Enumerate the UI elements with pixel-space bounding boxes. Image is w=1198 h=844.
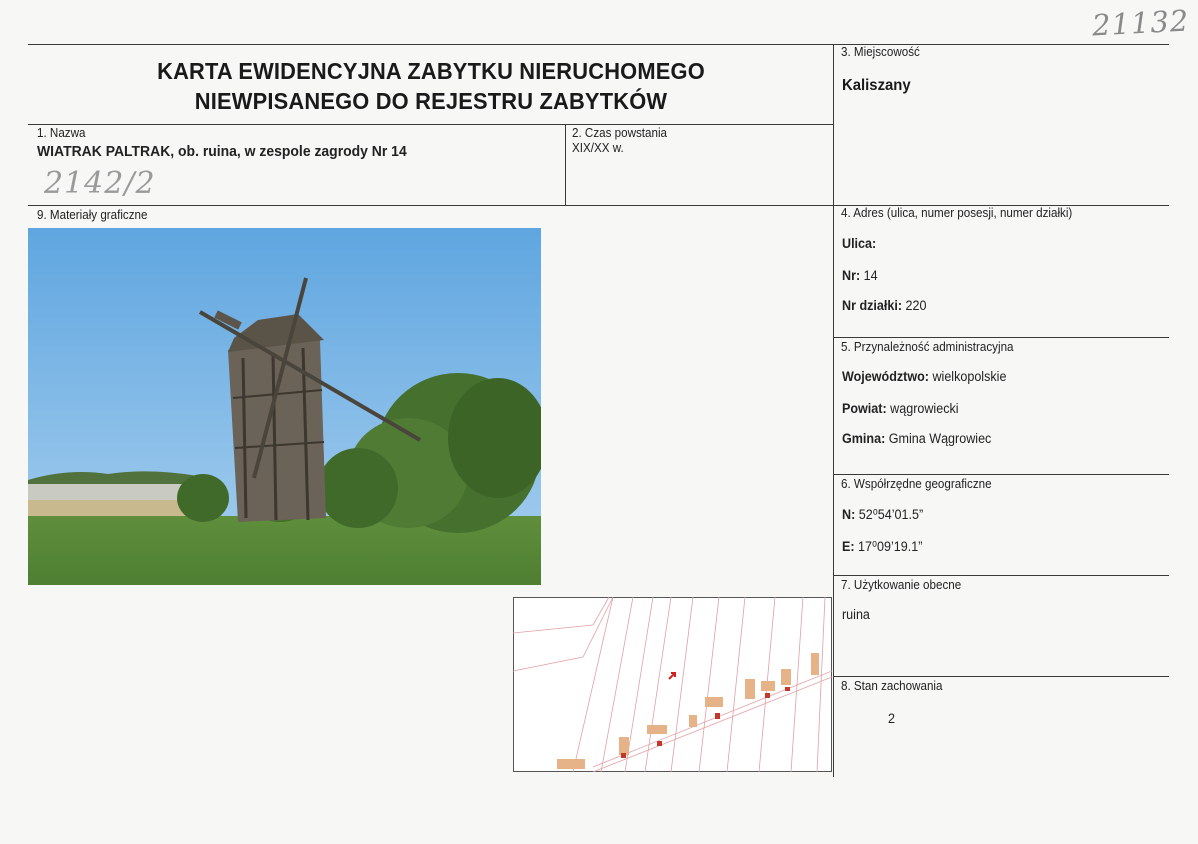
name-label: 1. Nazwa xyxy=(37,126,86,140)
usage-top-border xyxy=(833,575,1169,576)
name-period-divider xyxy=(565,124,566,205)
usage-label: 7. Użytkowanie obecne xyxy=(841,578,962,592)
admin-top-border xyxy=(833,337,1169,338)
admin-label: 5. Przynależność administracyjna xyxy=(841,340,1014,354)
graphics-label: 9. Materiały graficzne xyxy=(37,208,148,222)
commune-key: Gmina: xyxy=(842,431,886,446)
voivodeship-row: Województwo: wielkopolskie xyxy=(842,369,1006,384)
address-label: 4. Adres (ulica, numer posesji, numer dz… xyxy=(841,206,1073,220)
county-key: Powiat: xyxy=(842,401,887,416)
locality-label: 3. Miejscowość xyxy=(841,45,920,59)
period-label: 2. Czas powstania xyxy=(572,126,667,140)
title-bottom-border xyxy=(28,124,834,125)
voivodeship-value: wielkopolskie xyxy=(932,369,1007,384)
card-title-line2: NIEWPISANEGO DO REJESTRU ZABYTKÓW xyxy=(194,88,668,114)
locality-value: Kaliszany xyxy=(842,77,911,94)
plot-row: Nr działki: 220 xyxy=(842,298,926,313)
latitude-key: N: xyxy=(842,507,856,522)
windmill-photo xyxy=(28,228,541,585)
condition-label: 8. Stan zachowania xyxy=(841,679,943,693)
top-border xyxy=(28,44,1169,45)
street-key: Ulica: xyxy=(842,236,877,251)
card-title: KARTA EWIDENCYJNA ZABYTKU NIERUCHOMEGO N… xyxy=(56,56,806,116)
plot-value: 220 xyxy=(905,298,927,313)
county-value: wągrowiecki xyxy=(890,401,959,416)
voivodeship-key: Województwo: xyxy=(842,369,929,384)
condition-top-border xyxy=(833,676,1169,677)
coords-top-border xyxy=(833,474,1169,475)
cadastral-map xyxy=(513,597,832,772)
period-value: XIX/XX w. xyxy=(572,141,624,155)
number-key: Nr: xyxy=(842,268,861,283)
longitude-key: E: xyxy=(842,539,855,554)
plot-key: Nr działki: xyxy=(842,298,902,313)
usage-value: ruina xyxy=(842,607,870,622)
number-row: Nr: 14 xyxy=(842,268,878,283)
latitude-row: N: 52⁰54’01.5” xyxy=(842,507,923,523)
name-value: WIATRAK PALTRAK, ob. ruina, w zespole za… xyxy=(37,143,407,160)
number-value: 14 xyxy=(863,268,878,283)
card-title-line1: KARTA EWIDENCYJNA ZABYTKU NIERUCHOMEGO xyxy=(157,58,705,84)
handwritten-number-top: 21132 xyxy=(1091,3,1191,43)
condition-value: 2 xyxy=(888,711,895,726)
latitude-value: 52⁰54’01.5” xyxy=(858,507,924,522)
right-column-divider xyxy=(833,44,834,777)
commune-row: Gmina: Gmina Wągrowiec xyxy=(842,431,991,446)
longitude-value: 17⁰09’19.1” xyxy=(858,539,923,554)
street-row: Ulica: xyxy=(842,236,876,251)
coords-label: 6. Współrzędne geograficzne xyxy=(841,477,992,491)
county-row: Powiat: wągrowiecki xyxy=(842,401,959,416)
longitude-row: E: 17⁰09’19.1” xyxy=(842,539,922,555)
handwritten-number-name: 2142/2 xyxy=(44,166,156,201)
commune-value: Gmina Wągrowiec xyxy=(888,431,992,446)
